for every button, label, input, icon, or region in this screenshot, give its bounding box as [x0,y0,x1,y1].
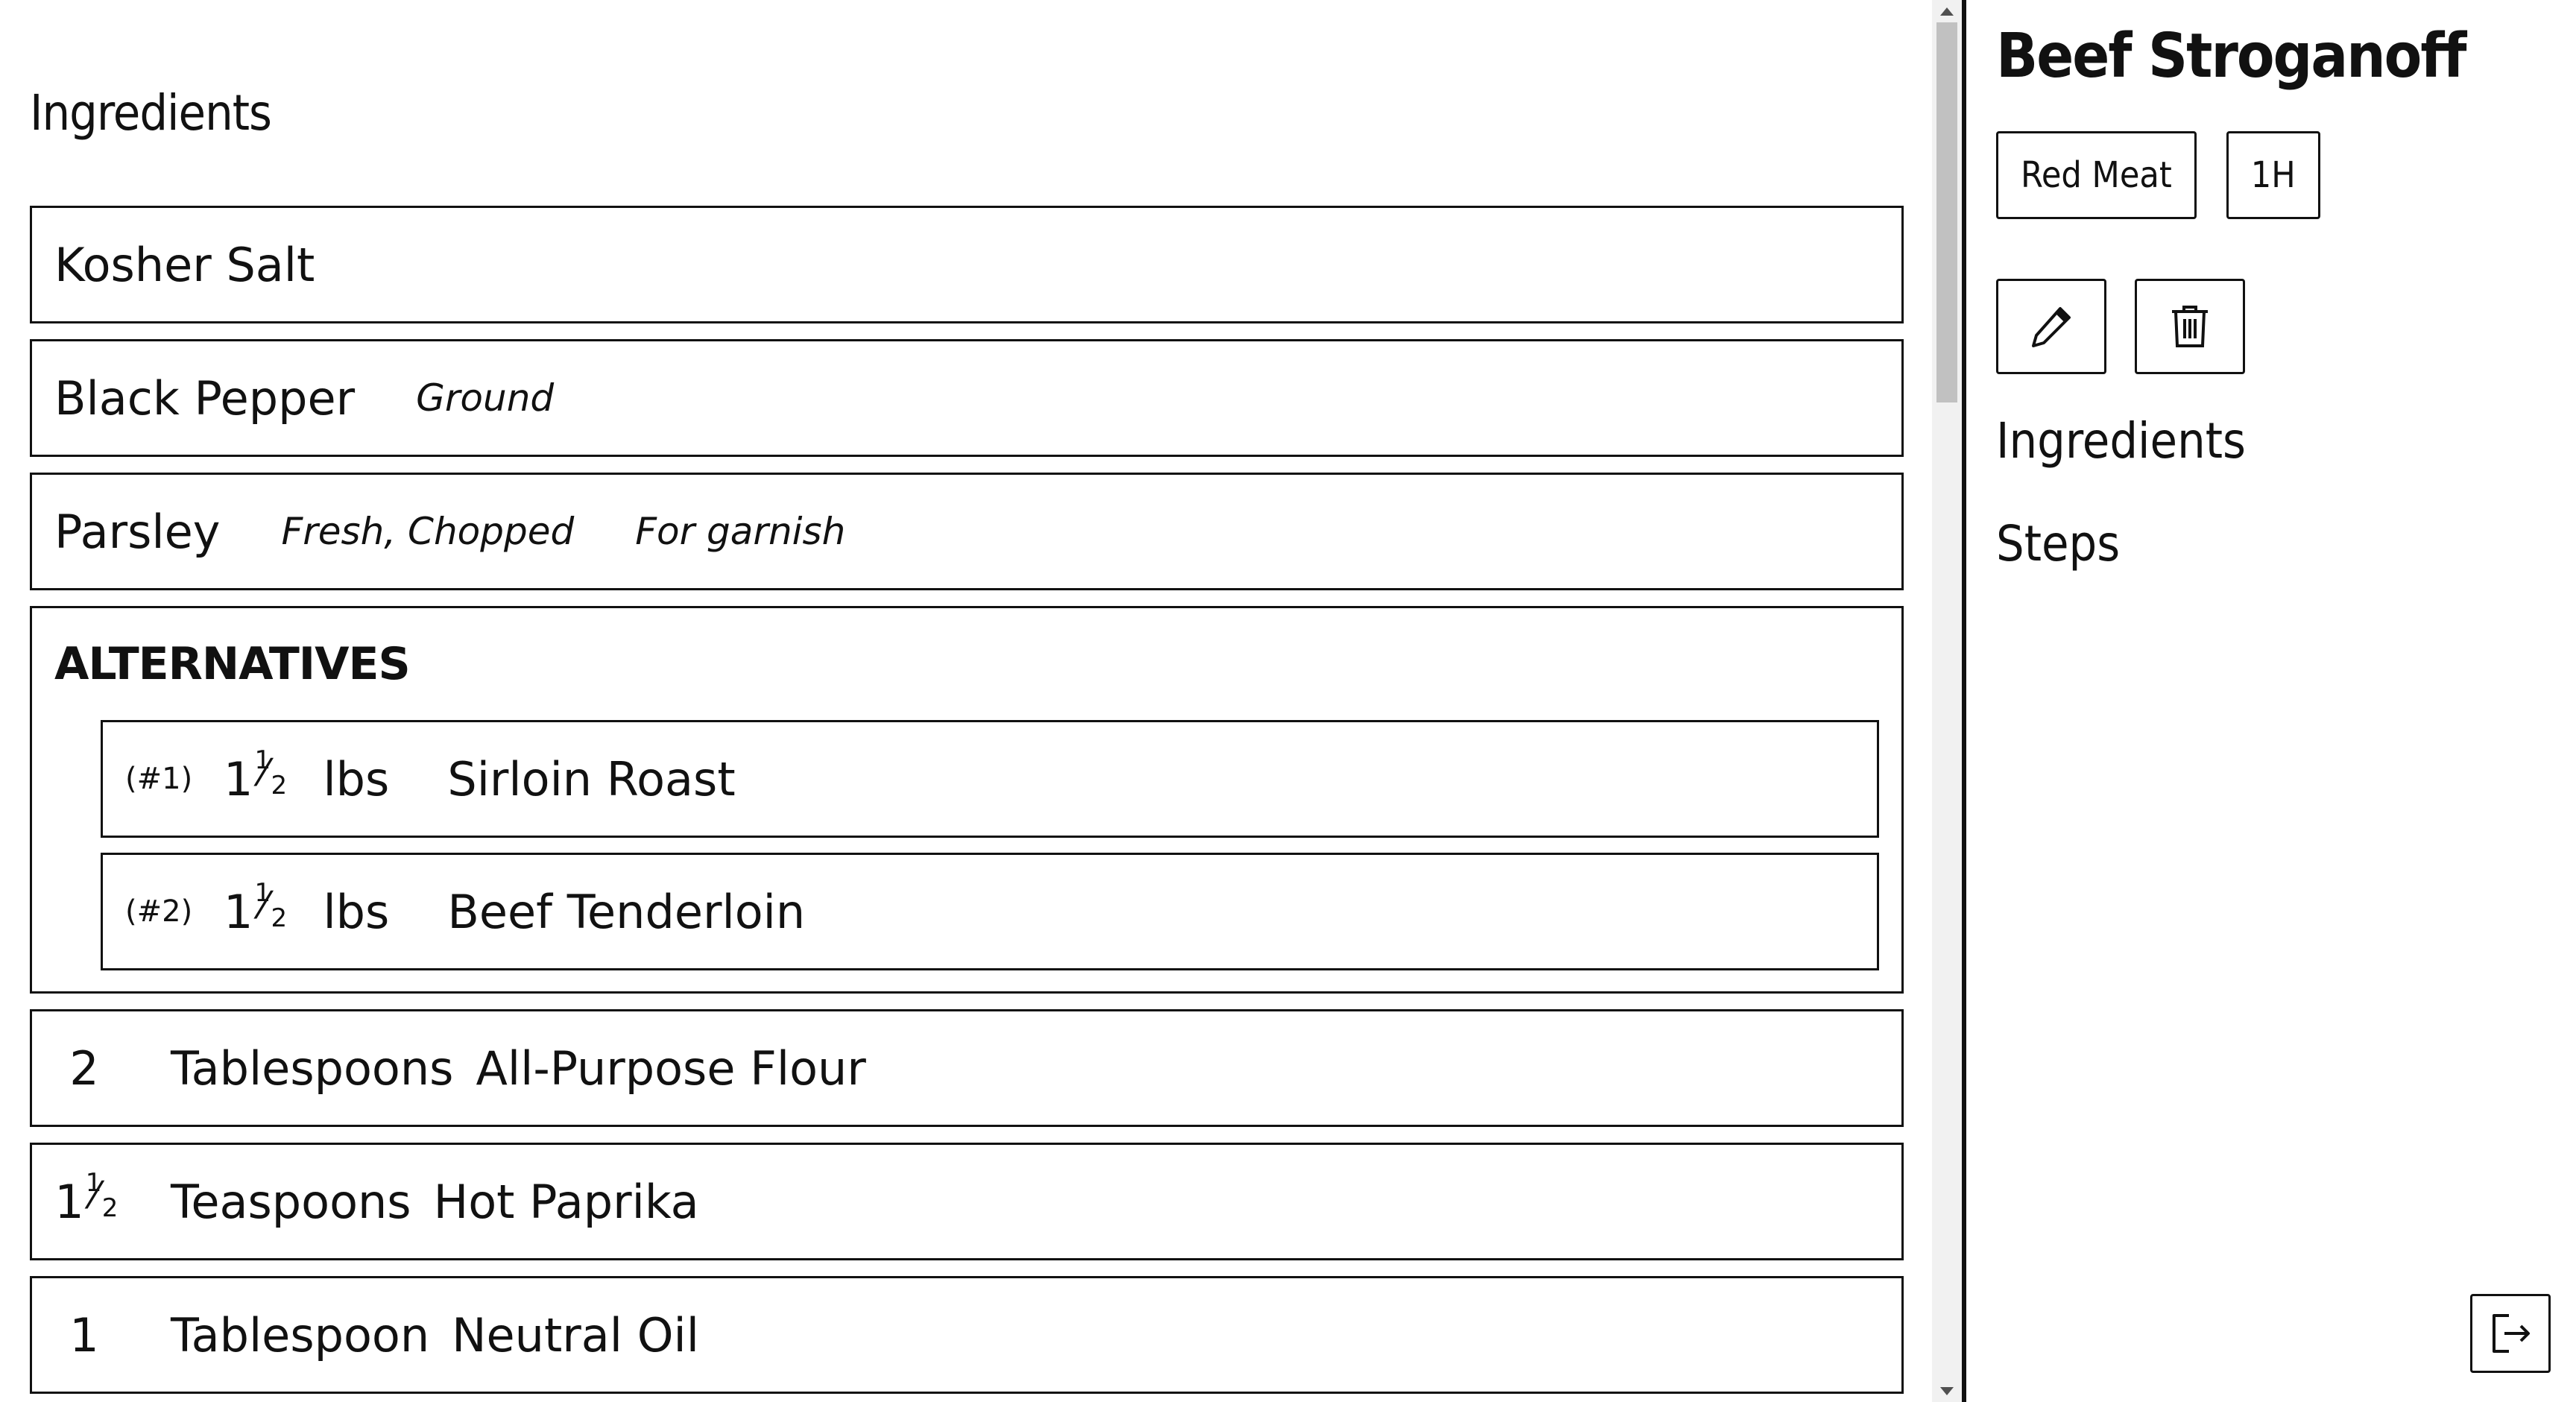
quantity-whole: 1 [69,1307,99,1362]
alternatives-heading: ALTERNATIVES [54,638,411,690]
ingredient-item: 1 1 ⁄ 2 Teaspoons Hot Paprika [30,1143,1904,1260]
ingredient-item: Black Pepper Ground [30,339,1904,457]
fraction-denominator: 2 [271,770,288,801]
tag-duration[interactable]: 1H [2226,131,2320,219]
alternatives-group: ALTERNATIVES (#1) 1 1 ⁄ 2 lbs Sirloin Roast… [30,606,1904,994]
scroll-thumb[interactable] [1936,22,1957,402]
ingredient-name: Parsley [54,504,221,559]
pencil-icon [2032,307,2071,347]
quantity: 1 1 ⁄ 2 [224,748,287,806]
quantity-whole: 1 [224,884,253,939]
fraction-slash: ⁄ [260,883,267,927]
ingredient-name: Black Pepper [54,370,356,426]
quantity-whole: 1 [224,751,253,806]
ingredient-item: 2 Tablespoons All-Purpose Flour [30,1009,1904,1127]
tag-list: Red Meat 1H [1996,131,2350,219]
recipe-title: Beef Stroganoff [1996,21,2466,92]
ingredient-item: Parsley Fresh, Chopped For garnish [30,473,1904,590]
alternative-item: (#1) 1 1 ⁄ 2 lbs Sirloin Roast [101,720,1879,838]
ingredient-name: Kosher Salt [54,237,315,292]
page-title: Ingredients [30,84,272,142]
fraction-denominator: 2 [271,903,288,933]
quantity-fraction: 1 ⁄ 2 [84,1170,119,1221]
main-scrollbar[interactable] [1932,0,1962,1402]
logout-icon [2493,1314,2530,1353]
quantity: 1 1 ⁄ 2 [32,1170,136,1229]
fraction-slash: ⁄ [91,1173,98,1217]
scroll-down-arrow-icon[interactable] [1932,1380,1962,1402]
quantity: 1 1 ⁄ 2 [224,880,287,939]
alternative-index: (#2) [125,894,193,929]
ingredient-item: Kosher Salt [30,206,1904,323]
alternative-item: (#2) 1 1 ⁄ 2 lbs Beef Tenderloin [101,853,1879,970]
ingredient-name: Hot Paprika [433,1174,699,1229]
ingredient-name: All-Purpose Flour [476,1041,866,1096]
quantity-whole: 1 [54,1174,84,1229]
unit: lbs [323,751,390,806]
quantity-whole: 2 [69,1041,99,1096]
quantity: 2 [32,1041,136,1096]
ingredient-note: For garnish [635,510,846,553]
recipe-sidebar: Beef Stroganoff Red Meat 1H Ingredients … [1966,0,2576,1402]
ingredient-name: Sirloin Roast [447,751,736,806]
quantity-fraction: 1 ⁄ 2 [253,880,287,931]
ingredient-name: Beef Tenderloin [447,884,806,939]
quantity: 1 [32,1308,136,1362]
edit-button[interactable] [1996,279,2106,374]
tag-category[interactable]: Red Meat [1996,131,2197,219]
ingredient-item: 1 Tablespoon Neutral Oil [30,1276,1904,1394]
ingredient-list: Kosher Salt Black Pepper Ground Parsley … [30,206,1904,1402]
ingredient-note: Ground [416,376,555,420]
nav-steps-link[interactable]: Steps [1996,514,2120,574]
alternative-index: (#1) [125,762,193,796]
unit: lbs [323,884,390,939]
unit: Tablespoons [171,1041,454,1096]
unit: Teaspoons [171,1174,411,1229]
nav-ingredients-link[interactable]: Ingredients [1996,411,2246,471]
ingredient-name: Neutral Oil [452,1307,699,1362]
scroll-up-arrow-icon[interactable] [1932,0,1962,22]
ingredient-note: Fresh, Chopped [281,510,575,553]
fraction-slash: ⁄ [260,751,267,795]
logout-button[interactable] [2470,1294,2551,1373]
ingredients-pane: Ingredients Kosher Salt Black Pepper Gro… [0,0,1932,1402]
quantity-fraction: 1 ⁄ 2 [253,748,287,798]
trash-icon [2172,306,2208,347]
unit: Tablespoon [171,1307,430,1362]
delete-button[interactable] [2135,279,2245,374]
recipe-actions [1996,279,2273,374]
fraction-denominator: 2 [101,1193,119,1223]
